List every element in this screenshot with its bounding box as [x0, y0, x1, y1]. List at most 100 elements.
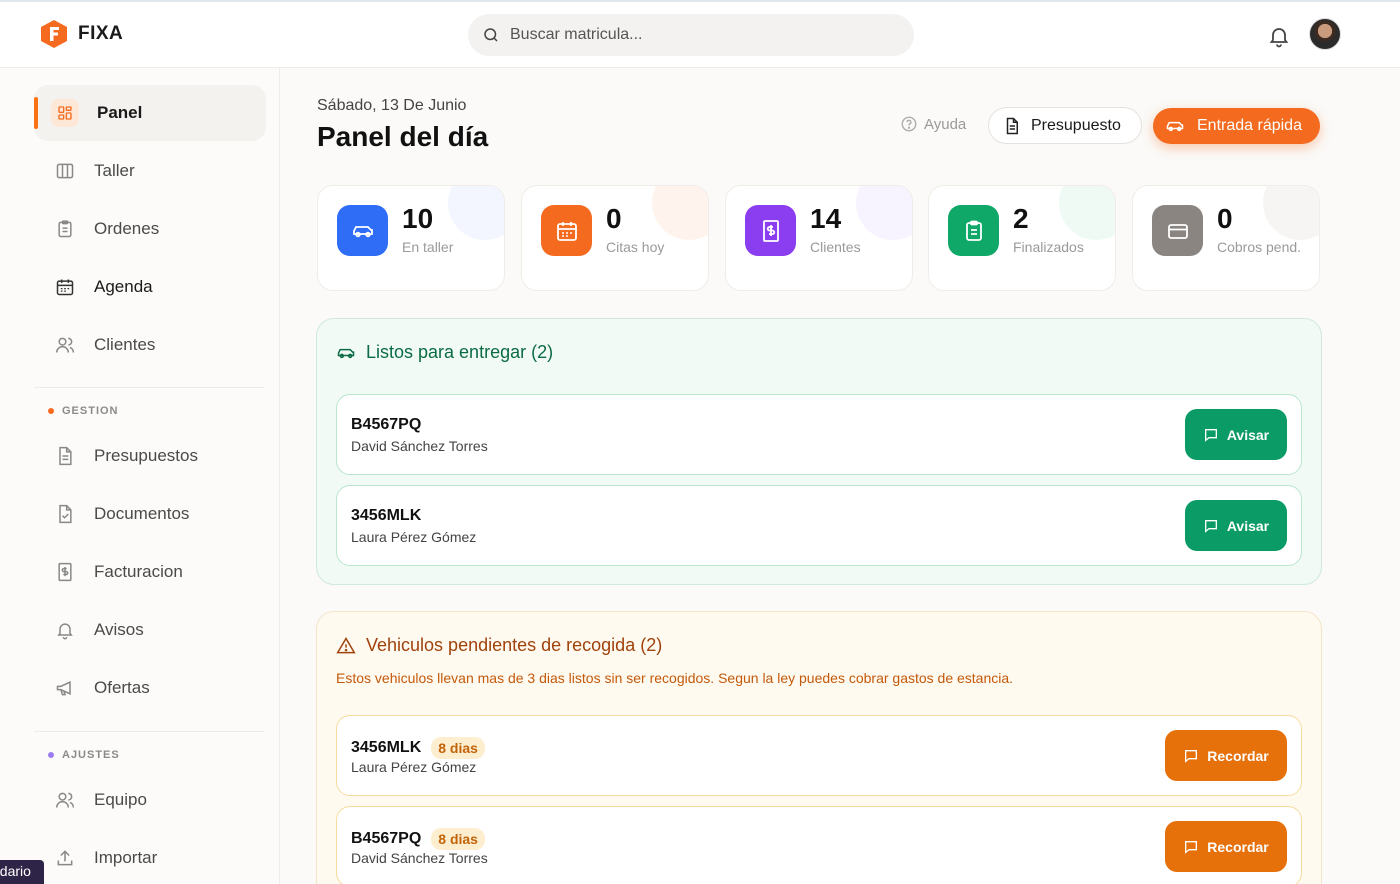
- days-badge: 8 dias: [431, 737, 485, 759]
- plate-text: B4567PQ: [351, 830, 422, 847]
- users-icon: [54, 334, 76, 356]
- message-icon: [1204, 428, 1217, 442]
- search-input[interactable]: [510, 26, 890, 44]
- remind-button[interactable]: Recordar: [1165, 730, 1287, 781]
- sidebar-item-label: Presupuestos: [94, 446, 198, 465]
- sidebar-item-label: Panel: [97, 103, 143, 122]
- app-name: FIXA: [78, 23, 124, 44]
- message-icon: [1185, 749, 1198, 763]
- stat-label: Clientes: [810, 239, 861, 255]
- megaphone-icon: [54, 677, 76, 699]
- sidebar-item-label: Equipo: [94, 790, 147, 809]
- current-date: Sábado, 13 De Junio: [317, 97, 467, 114]
- sidebar-item-label: Clientes: [94, 335, 156, 354]
- section-label-text: AJUSTES: [62, 749, 120, 761]
- upload-icon: [54, 847, 76, 869]
- sidebar-item-importar[interactable]: Importar: [34, 830, 266, 884]
- sidebar-item-presupuestos[interactable]: Presupuestos: [34, 428, 266, 484]
- divider: [34, 387, 264, 388]
- budget-label: Presupuesto: [1031, 116, 1121, 134]
- plate-number: 3456MLK 8 dias: [351, 737, 485, 759]
- pending-note: Estos vehiculos llevan mas de 3 dias lis…: [336, 670, 1014, 686]
- notify-button[interactable]: Avisar: [1185, 500, 1287, 551]
- section-label-text: GESTION: [62, 405, 119, 417]
- car-icon: [337, 348, 355, 358]
- stat-label: Citas hoy: [606, 239, 665, 255]
- help-button[interactable]: Ayuda: [900, 115, 966, 133]
- users-icon: [54, 789, 76, 811]
- sidebar-item-label: Importar: [94, 848, 158, 867]
- clipboard-icon: [948, 205, 999, 256]
- avatar[interactable]: [1309, 18, 1341, 50]
- page-title: Panel del día: [317, 121, 489, 152]
- calendar-icon: [541, 205, 592, 256]
- stat-label: Cobros pend.: [1217, 239, 1302, 255]
- app-logo[interactable]: FIXA: [40, 19, 123, 49]
- sidebar-item-panel[interactable]: Panel: [34, 85, 266, 141]
- receipt-icon: [745, 205, 796, 256]
- section-label-gestion: GESTION: [48, 405, 119, 417]
- remind-label: Recordar: [1207, 747, 1269, 764]
- list-item[interactable]: 3456MLK Laura Pérez Gómez Avisar: [336, 485, 1302, 566]
- budget-button[interactable]: Presupuesto: [988, 107, 1142, 144]
- section-label-ajustes: AJUSTES: [48, 749, 120, 761]
- stat-card-en-taller[interactable]: 10 En taller: [317, 185, 505, 291]
- panel-title-text: Listos para entregar (2): [366, 342, 554, 362]
- plate-text: B4567PQ: [351, 416, 422, 433]
- sidebar-item-ordenes[interactable]: Ordenes: [34, 201, 266, 257]
- clipboard-icon: [54, 218, 76, 240]
- list-item[interactable]: B4567PQ David Sánchez Torres Avisar: [336, 394, 1302, 475]
- car-icon: [1166, 121, 1184, 132]
- calendar-chip[interactable]: ndario: [0, 860, 44, 884]
- sidebar-item-agenda[interactable]: Agenda: [34, 259, 266, 315]
- stat-card-cobros[interactable]: 0 Cobros pend.: [1132, 185, 1320, 291]
- plate-text: 3456MLK: [351, 739, 422, 756]
- help-icon: [901, 116, 917, 132]
- panel-title-text: Vehiculos pendientes de recogida (2): [366, 635, 663, 655]
- stat-label: En taller: [402, 239, 454, 255]
- sidebar-item-documentos[interactable]: Documentos: [34, 486, 266, 542]
- search-bar[interactable]: [468, 14, 914, 56]
- sidebar-item-label: Documentos: [94, 504, 190, 523]
- stat-value: 2: [1013, 203, 1029, 234]
- owner-name: David Sánchez Torres: [351, 438, 488, 454]
- panel-title: Vehiculos pendientes de recogida (2): [336, 635, 662, 656]
- remind-button[interactable]: Recordar: [1165, 821, 1287, 872]
- sidebar-item-equipo[interactable]: Equipo: [34, 772, 266, 828]
- plate-text: 3456MLK: [351, 507, 422, 524]
- file-text-icon: [54, 445, 76, 467]
- stat-card-clientes[interactable]: 14 Clientes: [725, 185, 913, 291]
- remind-label: Recordar: [1207, 838, 1269, 855]
- stat-value: 0: [606, 203, 622, 234]
- search-icon: [484, 28, 498, 42]
- plate-number: 3456MLK: [351, 507, 421, 525]
- section-dot: [48, 752, 54, 758]
- plate-number: B4567PQ 8 dias: [351, 828, 485, 850]
- list-item[interactable]: B4567PQ 8 dias David Sánchez Torres Reco…: [336, 806, 1302, 884]
- stat-card-finalizados[interactable]: 2 Finalizados: [928, 185, 1116, 291]
- sidebar: Panel Taller Ordenes Agenda Clientes GES…: [0, 68, 280, 884]
- ready-to-deliver-panel: Listos para entregar (2) B4567PQ David S…: [316, 318, 1322, 585]
- sidebar-item-ofertas[interactable]: Ofertas: [34, 660, 266, 716]
- columns-icon: [54, 160, 76, 182]
- bell-icon: [54, 619, 76, 641]
- quick-entry-label: Entrada rápida: [1197, 117, 1302, 134]
- sidebar-item-label: Facturacion: [94, 562, 183, 581]
- stat-value: 14: [810, 203, 842, 234]
- bell-icon[interactable]: [1267, 24, 1291, 48]
- list-item[interactable]: 3456MLK 8 dias Laura Pérez Gómez Recorda…: [336, 715, 1302, 796]
- notify-label: Avisar: [1226, 426, 1270, 443]
- top-bar: FIXA: [0, 0, 1400, 68]
- sidebar-item-avisos[interactable]: Avisos: [34, 602, 266, 658]
- sidebar-item-label: Ordenes: [94, 219, 160, 238]
- section-dot: [48, 408, 54, 414]
- notify-button[interactable]: Avisar: [1185, 409, 1287, 460]
- sidebar-item-facturacion[interactable]: Facturacion: [34, 544, 266, 600]
- sidebar-item-clientes[interactable]: Clientes: [34, 317, 266, 373]
- stat-card-citas-hoy[interactable]: 0 Citas hoy: [521, 185, 709, 291]
- help-label: Ayuda: [924, 115, 967, 133]
- stat-value: 10: [402, 203, 434, 234]
- sidebar-item-label: Ofertas: [94, 678, 150, 697]
- quick-entry-button[interactable]: Entrada rápida: [1153, 108, 1320, 144]
- sidebar-item-taller[interactable]: Taller: [34, 143, 266, 199]
